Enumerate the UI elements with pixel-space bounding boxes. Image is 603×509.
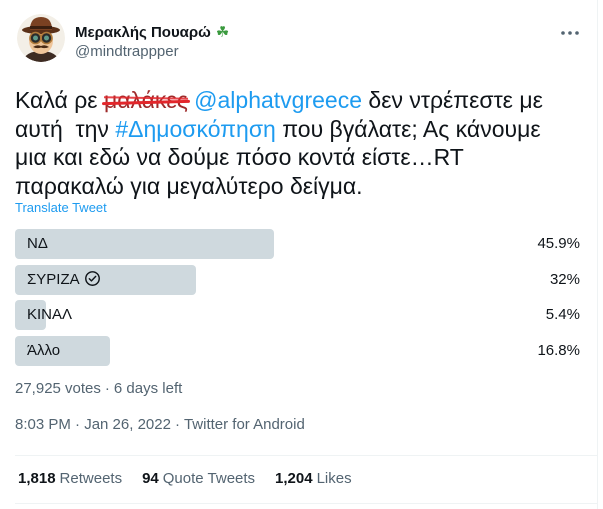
- poll-option-text: ΣΥΡΙΖΑ: [27, 270, 80, 288]
- poll-option-label: ΝΔ: [27, 229, 48, 259]
- text-segment: μια και εδώ να δούμε πόσο κοντά είστε…RT: [15, 144, 464, 170]
- poll-option-label: ΣΥΡΙΖΑ: [27, 265, 101, 295]
- poll-option: ΣΥΡΙΖΑ 32%: [15, 264, 580, 295]
- column-border: [597, 0, 598, 509]
- engagement-stats: 1,818 Retweets 94 Quote Tweets 1,204 Likes: [18, 469, 372, 489]
- likes-stat[interactable]: 1,204 Likes: [275, 470, 352, 487]
- vote-count: 27,925 votes: [15, 380, 101, 397]
- translate-tweet-link[interactable]: Translate Tweet: [15, 199, 107, 217]
- text-segment: παρακαλώ για μεγαλύτερο δείγμα.: [15, 172, 363, 199]
- separator-dot: ·: [104, 380, 110, 397]
- divider: [15, 503, 597, 504]
- author-display-name[interactable]: Μερακλής Πουαρώ: [75, 24, 211, 41]
- poll-option-percent: 32%: [549, 270, 580, 288]
- more-options-icon: [561, 31, 579, 35]
- poll-option-text: Άλλο: [27, 342, 61, 360]
- poll-option-percent: 16.8%: [537, 342, 580, 360]
- tweet-text-line: μια και εδώ να δούμε πόσο κοντά είστε…RT: [15, 143, 543, 172]
- avatar-image: [17, 14, 65, 62]
- quote-tweets-stat[interactable]: 94 Quote Tweets: [142, 470, 255, 487]
- poll-option-text: ΝΔ: [27, 235, 48, 252]
- tweet-text-line: αυτή την #Δημοσκόπηση που βγάλατε; Ας κά…: [15, 115, 543, 144]
- poll-option-text: ΚΙΝΑΛ: [27, 306, 73, 324]
- divider: [15, 455, 597, 456]
- poll-meta: 27,925 votes · 6 days left: [15, 379, 182, 399]
- text-segment: αυτή την: [15, 115, 116, 142]
- tweet-source[interactable]: Twitter for Android: [184, 416, 305, 433]
- tweet-text-line: παρακαλώ για μεγαλύτερο δείγμα.: [15, 172, 543, 201]
- quote-tweets-label: Quote Tweets: [162, 470, 256, 487]
- poll: ΝΔ 45.9% ΣΥΡΙΖΑ 32% ΚΙΝΑΛ 5.4% Άλλο 16.8…: [15, 229, 580, 367]
- retweets-count: 1,818: [18, 470, 56, 487]
- poll-option-percent: 45.9%: [537, 235, 580, 252]
- text-segment: δεν ντρέπεστε με: [362, 87, 543, 113]
- poll-option-percent: 5.4%: [545, 306, 580, 324]
- author-handle[interactable]: @mindtrappper: [75, 42, 179, 62]
- tweet-timestamp[interactable]: 8:03 PM · Jan 26, 2022: [15, 416, 171, 433]
- poll-bar: [15, 229, 275, 259]
- shamrock-emoji: ☘: [215, 23, 230, 41]
- tweet-text: Καλά ρε μαλάκες @alphatvgreece δεν ντρέπ…: [15, 86, 543, 200]
- tweet-metadata: 8:03 PM · Jan 26, 2022 · Twitter for Andro…: [15, 415, 305, 435]
- author-avatar[interactable]: [17, 14, 65, 62]
- retweets-label: Retweets: [59, 470, 123, 487]
- poll-option: ΝΔ 45.9%: [15, 229, 580, 259]
- likes-count: 1,204: [275, 470, 313, 487]
- poll-time-left: 6 days left: [113, 380, 183, 397]
- struck-out-word: μαλάκες: [103, 87, 188, 113]
- tweet-text-line: Καλά ρε μαλάκες @alphatvgreece δεν ντρέπ…: [15, 86, 543, 115]
- text-segment: που βγάλατε; Ας κάνουμε: [275, 115, 541, 142]
- check-circle-icon: [84, 270, 100, 286]
- more-options-button[interactable]: [558, 24, 582, 42]
- hashtag-link[interactable]: #Δημοσκόπηση: [115, 116, 276, 142]
- poll-option: ΚΙΝΑΛ 5.4%: [15, 300, 580, 331]
- text-segment: Καλά ρε: [15, 87, 104, 113]
- separator-dot: ·: [174, 416, 180, 433]
- quote-tweets-count: 94: [142, 470, 159, 487]
- mention-link[interactable]: @alphatvgreece: [194, 87, 362, 113]
- poll-option-label: ΚΙΝΑΛ: [27, 300, 72, 330]
- poll-option-label: Άλλο: [27, 336, 60, 366]
- retweets-stat[interactable]: 1,818 Retweets: [18, 470, 122, 487]
- likes-label: Likes: [316, 470, 352, 487]
- poll-option: Άλλο 16.8%: [15, 336, 580, 367]
- author-name-row[interactable]: Μερακλής Πουαρώ ☘: [75, 22, 229, 43]
